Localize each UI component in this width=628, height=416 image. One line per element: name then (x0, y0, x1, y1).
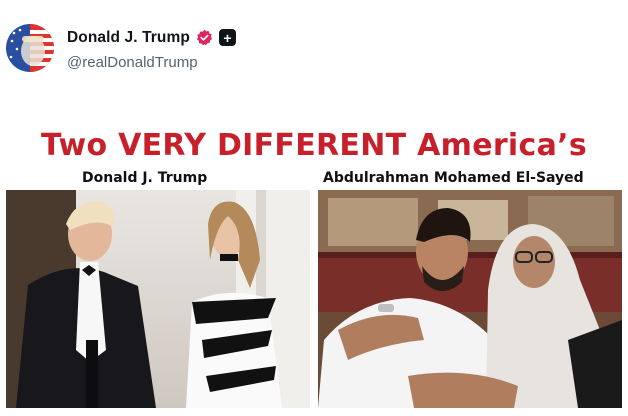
avatar-flag-portrait-icon (6, 24, 54, 72)
author-handle[interactable]: @realDonaldTrump (67, 54, 236, 71)
elsayed-couple-photo (318, 190, 622, 408)
author-display-name[interactable]: Donald J. Trump (67, 29, 190, 47)
meme-headline: Two VERY DIFFERENT America’s (40, 128, 587, 163)
verified-badge-icon (196, 29, 213, 46)
right-photo[interactable] (318, 190, 622, 408)
right-photo-caption: Abdulrahman Mohamed El-Sayed (323, 170, 584, 186)
post-header: Donald J. Trump + @realDonaldTrump (6, 20, 236, 76)
author-avatar[interactable] (6, 24, 54, 72)
trump-couple-photo (6, 190, 310, 408)
left-photo[interactable] (6, 190, 310, 408)
plus-badge-icon: + (218, 29, 236, 46)
left-photo-caption: Donald J. Trump (82, 170, 208, 186)
